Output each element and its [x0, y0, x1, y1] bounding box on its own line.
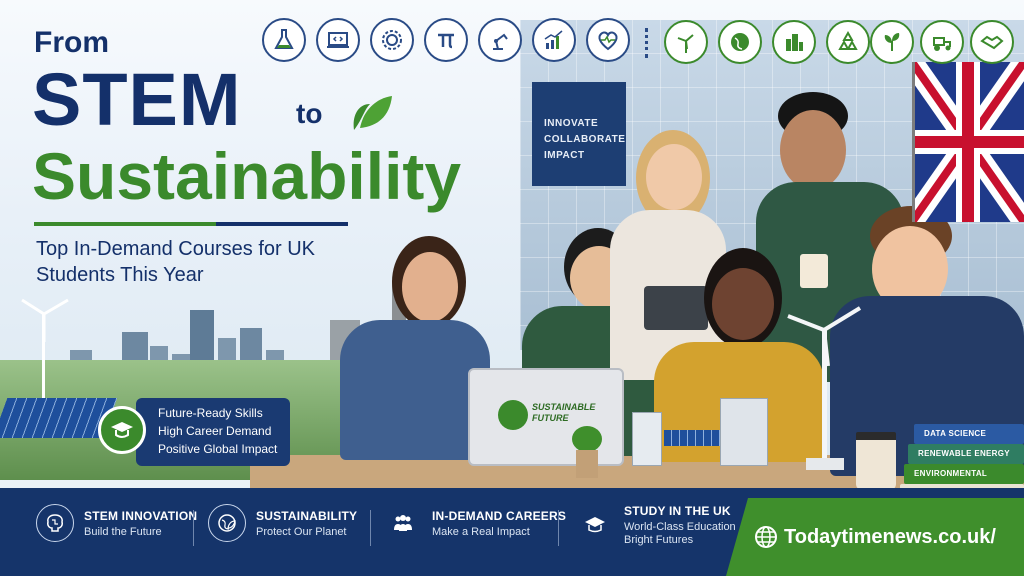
- pi-icon: [424, 18, 468, 62]
- recycle-coffee-cup: [856, 432, 896, 490]
- brain-circuit-icon: [36, 504, 74, 542]
- bar-separator: [370, 510, 371, 546]
- website-url[interactable]: Todaytimenews.co.uk/: [784, 526, 996, 549]
- robot-arm-icon: [478, 18, 522, 62]
- leaf-icon: [353, 96, 392, 130]
- icon-row-divider: [645, 28, 652, 58]
- city-icon: [772, 20, 816, 64]
- bar-separator: [558, 510, 559, 546]
- features-box: Future-Ready Skills High Career Demand P…: [136, 398, 290, 466]
- feature-item: High Career Demand: [158, 424, 272, 438]
- graduation-cap-icon: [98, 406, 146, 454]
- feature-item: Future-Ready Skills: [158, 406, 263, 420]
- gear-icon: [370, 18, 414, 62]
- bottom-item-stem-innovation: STEM INNOVATION Build the Future: [36, 504, 197, 542]
- laptop-sticker-text: SUSTAINABLE FUTURE: [532, 402, 596, 423]
- title-to: to: [296, 98, 323, 129]
- model-wind-turbine: [787, 306, 862, 470]
- tablet: [644, 286, 708, 330]
- book-data-science: DATA SCIENCE: [914, 424, 1024, 444]
- title-divider: [34, 222, 348, 226]
- title-from: From: [34, 26, 109, 59]
- bottom-item-subtitle-2: Bright Futures: [624, 534, 694, 546]
- subtitle: Top In-Demand Courses for UK Students Th…: [36, 238, 316, 286]
- coffee-cup: [800, 254, 828, 288]
- people-icon: [384, 504, 422, 542]
- sign-line-1: INNOVATE: [544, 118, 599, 129]
- bottom-item-subtitle: Protect Our Planet: [256, 525, 347, 538]
- growth-chart-icon: [532, 18, 576, 62]
- graduation-cap-icon: [576, 506, 614, 544]
- wind-turbine-icon: [664, 20, 708, 64]
- model-building-small: [632, 412, 662, 466]
- plant-icon: [870, 20, 914, 64]
- bottom-item-subtitle: Make a Real Impact: [432, 525, 530, 538]
- wind-turbine-illustration: [21, 298, 69, 398]
- globe-icon: [498, 400, 528, 430]
- uk-flag: [912, 62, 1024, 222]
- bottom-item-study-uk: STUDY IN THE UK World-Class Education Br…: [576, 504, 736, 546]
- model-building: [720, 398, 768, 466]
- bottom-item-title: IN-DEMAND CAREERS: [432, 508, 567, 523]
- recycle-icon: [826, 20, 870, 64]
- bottom-item-in-demand-careers: IN-DEMAND CAREERS Make a Real Impact: [384, 504, 566, 542]
- potted-plant: [572, 426, 602, 480]
- bottom-item-subtitle: Build the Future: [84, 525, 162, 538]
- title-sustainability: Sustainability: [32, 139, 462, 213]
- globe-icon: [718, 20, 762, 64]
- globe-leaf-icon: [208, 504, 246, 542]
- laptop-code-icon: [316, 18, 360, 62]
- bottom-item-sustainability: SUSTAINABILITY Protect Our Planet: [208, 504, 357, 542]
- tractor-icon: [920, 20, 964, 64]
- heartbeat-icon: [586, 18, 630, 62]
- bottom-item-title: STEM INNOVATION: [84, 508, 198, 523]
- bottom-item-title: SUSTAINABILITY: [256, 508, 358, 523]
- feature-item: Positive Global Impact: [158, 442, 278, 456]
- building-sign: INNOVATE COLLABORATE IMPACT: [532, 82, 626, 186]
- title-stem: STEM: [32, 58, 242, 141]
- bottom-item-subtitle: World-Class Education: [624, 521, 736, 533]
- book-renewable-energy: RENEWABLE ENERGY: [908, 444, 1024, 464]
- bar-separator: [193, 510, 194, 546]
- website-banner[interactable]: Todaytimenews.co.uk/: [726, 498, 1024, 576]
- handshake-icon: [970, 20, 1014, 64]
- flask-icon: [262, 18, 306, 62]
- model-solar-roof: [664, 430, 720, 446]
- sign-line-2: COLLABORATE: [544, 134, 626, 145]
- bottom-item-title: STUDY IN THE UK: [624, 504, 731, 518]
- globe-icon: [755, 526, 777, 548]
- sign-line-3: IMPACT: [544, 150, 585, 161]
- book-environmental-science: ENVIRONMENTAL SCIENCE: [904, 464, 1024, 498]
